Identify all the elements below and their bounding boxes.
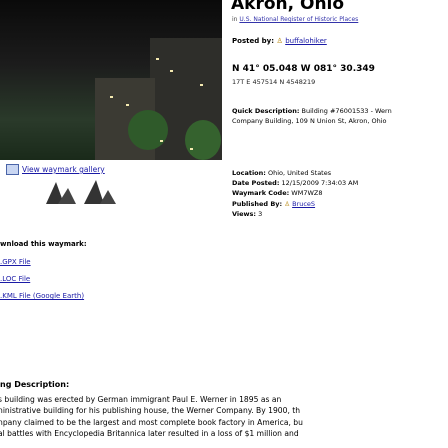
published-by-label: Published By: [232,199,283,208]
date-posted-value: 12/15/2009 7:34:03 AM [281,179,359,188]
description-line: ninistrative building for his publishing… [0,406,301,416]
posted-by-label: Posted by: [232,37,275,45]
page-title: Akron, Ohio [231,0,345,14]
category-line: in U.S. National Register of Historic Pl… [232,16,358,23]
coordinates: N 41° 05.048 W 081° 30.349 [232,64,375,74]
category-link[interactable]: U.S. National Register of Historic Place… [239,16,358,23]
location-label: Location: [232,169,266,177]
download-heading: wnload this waymark: [0,240,87,248]
photo-light [170,70,173,72]
category-prefix: in [232,16,238,23]
kml-file-link[interactable]: .KML File (Google Earth) [0,292,84,300]
photo-light [156,58,159,60]
posted-by-user-link[interactable]: buffalohiker [285,37,327,45]
utm-coordinates: 17T E 457514 N 4548219 [232,78,316,86]
description-text: s building was erected by German immigra… [0,394,303,440]
date-posted-label: Date Posted: [232,179,280,188]
photo-light [126,104,129,106]
quick-description-line-1: Building #76001533 - Wern [301,107,392,115]
waymark-code-label: Waymark Code: [232,189,290,198]
gallery-thumbnail[interactable] [82,178,118,206]
quick-description-line-2: Company Building, 109 N Union St, Akron,… [232,117,387,125]
description-line: al battles with Encyclopedia Britannica … [0,429,299,439]
posted-by: Posted by: ♙ buffalohiker [232,37,327,45]
waymark-photo[interactable] [0,0,222,160]
photo-light [200,84,203,86]
user-icon: ♙ [276,37,283,45]
quick-description-label: Quick Description: [232,107,300,115]
description-heading: ng Description: [0,380,70,389]
gpx-file-link[interactable]: .GPX File [0,258,31,266]
gallery-icon[interactable] [6,164,19,175]
description-line: s building was erected by German immigra… [0,395,282,404]
view-gallery-link[interactable]: View waymark gallery [22,165,105,174]
gallery-thumbnail[interactable] [44,178,80,206]
photo-tree [185,120,221,160]
views-label: Views: [232,209,257,218]
user-icon: ♙ [284,199,291,208]
waymark-details: Location: Ohio, United States Date Poste… [232,168,358,219]
quick-description: Quick Description: Building #76001533 - … [232,106,392,126]
photo-light [160,140,163,142]
waymark-code-value: WM7WZ8 [291,189,323,198]
photo-light [190,148,193,150]
gallery-thumbnails [44,178,134,206]
photo-light [110,96,113,98]
description-line: npany claimed to be the largest and most… [0,417,303,427]
location-value: Ohio, United States [267,169,332,177]
views-value: 3 [258,209,263,218]
photo-tree [128,110,168,150]
loc-file-link[interactable]: .LOC File [0,275,30,283]
published-by-user-link[interactable]: BruceS [292,200,315,208]
